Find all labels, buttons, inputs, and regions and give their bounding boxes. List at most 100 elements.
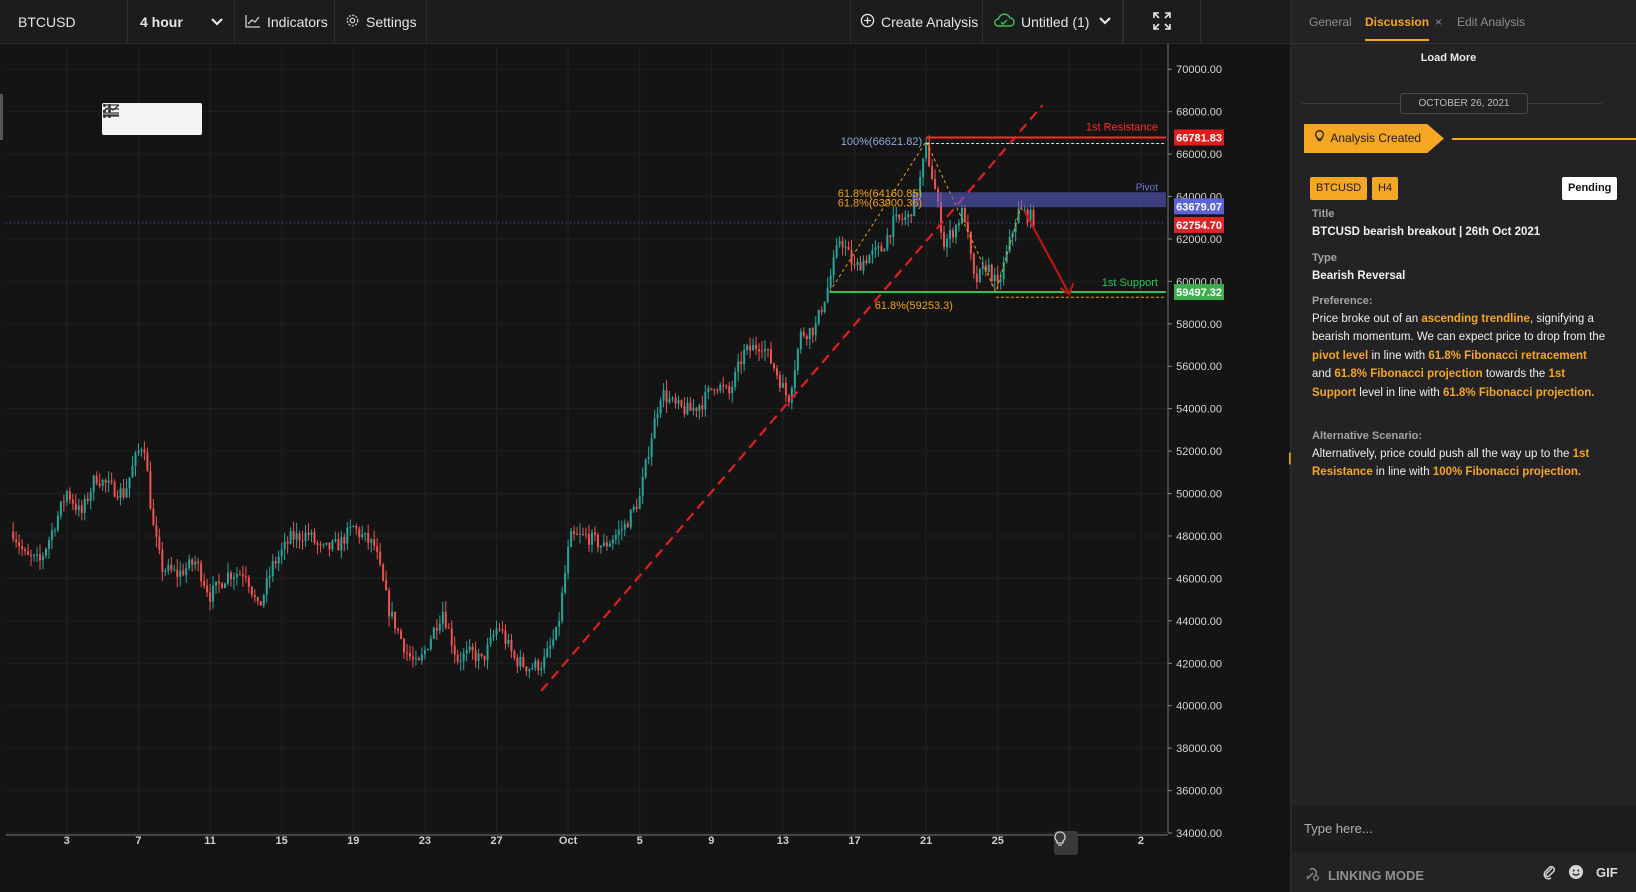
close-icon[interactable]: × xyxy=(1435,15,1442,29)
candle-body-up xyxy=(289,531,292,544)
load-more-link[interactable]: Load More xyxy=(1292,52,1605,64)
candle-body-up xyxy=(647,456,650,460)
candle-body-down xyxy=(847,246,850,251)
candle-body-down xyxy=(307,532,310,535)
candle-body-down xyxy=(775,368,778,376)
candle-body-up xyxy=(164,570,167,572)
y-axis-label: 34000.00 xyxy=(1176,828,1222,840)
candle-body-down xyxy=(969,231,972,254)
candle-body-down xyxy=(963,208,966,223)
indicators-button[interactable]: Indicators xyxy=(235,0,335,44)
candle-body-up xyxy=(131,466,134,478)
candle-body-down xyxy=(238,574,241,576)
candle-body-down xyxy=(358,528,361,538)
candle-body-up xyxy=(215,581,218,586)
pivot-zone xyxy=(911,192,1166,208)
candle-body-up xyxy=(364,533,367,535)
candle-body-up xyxy=(268,575,271,578)
candle-body-down xyxy=(71,499,74,504)
candle-body-up xyxy=(892,216,895,238)
candle-body-down xyxy=(30,554,33,557)
candle-body-up xyxy=(558,620,561,627)
candle-body-up xyxy=(235,574,238,578)
hint-button[interactable] xyxy=(1054,831,1078,855)
create-analysis-button[interactable]: Create Analysis xyxy=(850,0,983,44)
candle-body-up xyxy=(125,488,128,498)
chart-scroll-edge[interactable] xyxy=(0,94,3,140)
gif-button[interactable]: GIF xyxy=(1596,865,1618,880)
candle-body-down xyxy=(21,546,24,550)
tab-discussion[interactable]: Discussion xyxy=(1365,15,1430,41)
candle-body-down xyxy=(749,345,752,351)
candle-body-up xyxy=(185,568,188,575)
candlestick-chart[interactable]: 371115192327Oct591317212529270000.006800… xyxy=(0,44,1290,892)
candle-body-up xyxy=(838,240,841,245)
alternative-label: Alternative Scenario: xyxy=(1312,430,1423,442)
candle-body-down xyxy=(274,561,277,564)
candle-body-down xyxy=(761,351,764,353)
candle-body-up xyxy=(486,644,489,661)
drawing-toolbar[interactable] xyxy=(102,103,202,135)
candle-body-up xyxy=(50,530,53,540)
candle-body-down xyxy=(343,536,346,544)
candle-body-up xyxy=(653,418,656,439)
candle-body-up xyxy=(590,532,593,545)
paperclip-icon[interactable] xyxy=(1542,864,1556,883)
settings-button[interactable]: Settings xyxy=(335,0,427,44)
linking-mode-label: LINKING MODE xyxy=(1328,868,1425,883)
candle-body-up xyxy=(334,539,337,541)
candle-body-up xyxy=(993,274,996,281)
emoji-icon[interactable] xyxy=(1568,864,1584,883)
candle-body-down xyxy=(910,214,913,217)
x-axis-label: 27 xyxy=(490,835,502,847)
candle-body-up xyxy=(232,577,235,580)
price-chart[interactable]: 371115192327Oct591317212529270000.006800… xyxy=(0,44,1290,892)
candle-body-up xyxy=(44,548,47,556)
candle-body-up xyxy=(650,438,653,457)
analysis-panel: General Discussion × Edit Analysis Load … xyxy=(1292,0,1636,892)
candle-body-up xyxy=(352,526,355,528)
lightbulb-icon xyxy=(1315,130,1327,145)
tab-edit-analysis[interactable]: Edit Analysis xyxy=(1457,15,1525,29)
type-value: Bearish Reversal xyxy=(1312,270,1406,282)
candle-body-down xyxy=(450,628,453,646)
y-axis-label: 62000.00 xyxy=(1176,234,1222,246)
price-tag-label: 66781.83 xyxy=(1176,132,1222,144)
candle-body-down xyxy=(943,232,946,247)
candle-body-down xyxy=(513,651,516,658)
candle-body-down xyxy=(811,328,814,336)
tab-general[interactable]: General xyxy=(1309,15,1352,29)
candle-body-down xyxy=(408,653,411,657)
body-text: in line with xyxy=(1368,349,1429,362)
body-text: towards the xyxy=(1482,368,1549,381)
candle-body-down xyxy=(191,559,194,565)
candle-body-up xyxy=(543,656,546,669)
candle-body-up xyxy=(925,142,928,159)
candle-body-down xyxy=(206,585,209,593)
layout-selector[interactable]: Untitled (1) xyxy=(983,0,1123,44)
candle-body-up xyxy=(904,217,907,220)
candle-body-up xyxy=(56,515,59,531)
candle-body-up xyxy=(223,583,226,589)
candle-body-down xyxy=(152,508,155,526)
symbol-selector[interactable]: BTCUSD xyxy=(0,0,128,44)
candle-body-up xyxy=(743,349,746,365)
candle-body-up xyxy=(36,554,39,556)
candle-body-up xyxy=(623,523,626,530)
y-axis-label: 50000.00 xyxy=(1176,489,1222,501)
create-analysis-label: Create Analysis xyxy=(881,14,979,30)
y-axis-label: 58000.00 xyxy=(1176,319,1222,331)
candle-body-up xyxy=(570,531,573,547)
candle-body-up xyxy=(999,279,1002,282)
fullscreen-button[interactable] xyxy=(1123,0,1201,44)
candle-body-up xyxy=(549,645,552,649)
candle-body-up xyxy=(793,370,796,389)
candle-body-up xyxy=(555,626,558,640)
candle-body-up xyxy=(877,246,880,248)
candle-body-down xyxy=(319,544,322,546)
candle-body-down xyxy=(161,549,164,572)
linking-mode-toggle[interactable]: LINKING MODE xyxy=(1304,866,1424,885)
candle-body-up xyxy=(567,546,570,574)
timeframe-selector[interactable]: 4 hour xyxy=(128,0,235,44)
chat-input[interactable] xyxy=(1304,812,1614,844)
